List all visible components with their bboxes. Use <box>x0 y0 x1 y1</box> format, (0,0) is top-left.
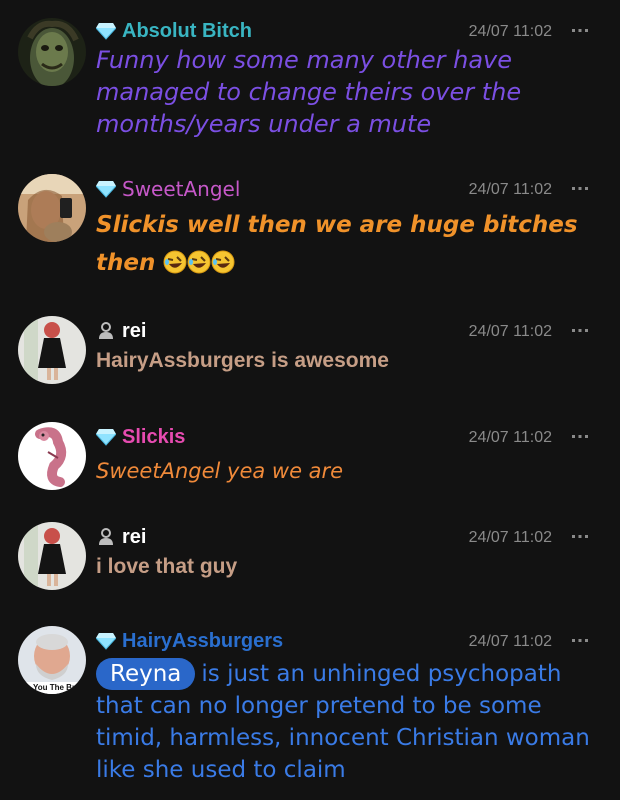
diamond-icon <box>96 22 116 40</box>
avatar[interactable]: ce You The Bu <box>18 626 86 694</box>
username[interactable]: rei <box>122 524 146 550</box>
message-text: Reyna is just an unhinged psychopath that… <box>96 658 600 786</box>
avatar[interactable] <box>18 316 86 384</box>
message-timestamp: 24/07 11:02 <box>468 181 552 198</box>
message-text: Slickis well then we are huge bitches th… <box>96 206 596 286</box>
chat-message: rei 24/07 11:02 HairyAssburgers is aweso… <box>0 316 620 396</box>
more-options-icon[interactable] <box>570 630 590 650</box>
more-options-icon[interactable] <box>570 426 590 446</box>
message-text: i love that guy <box>96 555 238 578</box>
diamond-icon <box>96 632 116 650</box>
message-text: HairyAssburgers is awesome <box>96 349 389 372</box>
chat-message: Slickis 24/07 11:02 SweetAngel yea we ar… <box>0 422 620 502</box>
message-text: Funny how some many other have managed t… <box>96 46 522 138</box>
rolling-on-floor-laughing-emoji <box>163 248 187 286</box>
diamond-icon <box>96 428 116 446</box>
chat-message: SweetAngel 24/07 11:02 Slickis well then… <box>0 174 620 284</box>
username[interactable]: Slickis <box>122 424 185 450</box>
username[interactable]: HairyAssburgers <box>122 628 283 654</box>
avatar[interactable] <box>18 522 86 590</box>
chat-message: ce You The Bu HairyAssburgers 24/07 11:0… <box>0 626 620 800</box>
message-timestamp: 24/07 11:02 <box>468 529 552 546</box>
user-icon <box>96 322 116 340</box>
rolling-on-floor-laughing-emoji <box>211 248 235 286</box>
more-options-icon[interactable] <box>570 526 590 546</box>
message-timestamp: 24/07 11:02 <box>468 23 552 40</box>
username[interactable]: rei <box>122 318 146 344</box>
user-icon <box>96 528 116 546</box>
chat-message: rei 24/07 11:02 i love that guy <box>0 522 620 602</box>
more-options-icon[interactable] <box>570 178 590 198</box>
message-timestamp: 24/07 11:02 <box>468 323 552 340</box>
message-timestamp: 24/07 11:02 <box>468 429 552 446</box>
username[interactable]: SweetAngel <box>122 176 240 202</box>
rolling-on-floor-laughing-emoji <box>187 248 211 286</box>
avatar-caption: ce You The Bu <box>22 683 77 692</box>
more-options-icon[interactable] <box>570 20 590 40</box>
message-timestamp: 24/07 11:02 <box>468 633 552 650</box>
avatar[interactable] <box>18 174 86 242</box>
message-text: SweetAngel yea we are <box>96 459 344 483</box>
username[interactable]: Absolut Bitch <box>122 18 252 44</box>
avatar[interactable] <box>18 18 86 86</box>
mention-chip[interactable]: Reyna <box>96 658 196 690</box>
avatar[interactable] <box>18 422 86 490</box>
chat-message-list: Absolut Bitch 24/07 11:02 Funny how some… <box>0 0 620 800</box>
chat-message: Absolut Bitch 24/07 11:02 Funny how some… <box>0 16 620 146</box>
diamond-icon <box>96 180 116 198</box>
more-options-icon[interactable] <box>570 320 590 340</box>
